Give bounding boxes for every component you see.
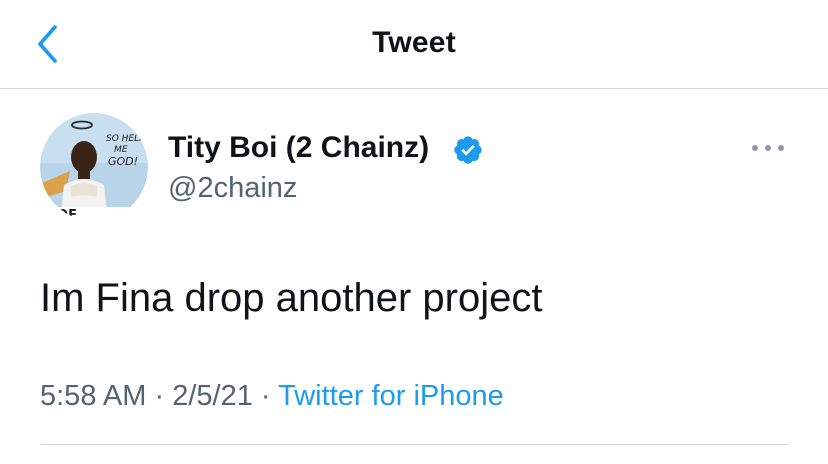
svg-text:SO HELP: SO HELP: [106, 134, 145, 144]
svg-text:ME: ME: [114, 145, 128, 155]
tweet-metadata: 5:58 AM · 2/5/21 · Twitter for iPhone: [40, 380, 504, 413]
tweet-time: 5:58 AM: [40, 380, 147, 412]
page-title: Tweet: [372, 26, 456, 59]
tweet-date: 2/5/21: [172, 380, 253, 412]
tweet-text: Im Fina drop another project: [40, 276, 543, 320]
svg-text:GOD!: GOD!: [108, 155, 138, 168]
author-handle[interactable]: @2chainz: [168, 172, 297, 205]
divider: [40, 444, 788, 445]
author-display-name[interactable]: Tity Boi (2 Chainz): [168, 131, 429, 165]
avatar-image: SO HELP ME GOD! OOF: [40, 113, 148, 221]
more-options-button[interactable]: [748, 134, 788, 162]
verified-badge-icon: [454, 136, 482, 164]
tweet-detail-screen: Tweet SO HELP ME GOD! OOF Tity Boi (2 Ch…: [0, 0, 828, 464]
meta-separator: ·: [260, 380, 271, 412]
meta-separator: ·: [154, 380, 165, 412]
svg-text:OOF: OOF: [46, 208, 77, 221]
avatar[interactable]: SO HELP ME GOD! OOF: [40, 113, 148, 221]
tweet-source-link[interactable]: Twitter for iPhone: [278, 380, 504, 412]
nav-bar: Tweet: [0, 0, 828, 89]
more-horizontal-icon: [752, 145, 784, 151]
